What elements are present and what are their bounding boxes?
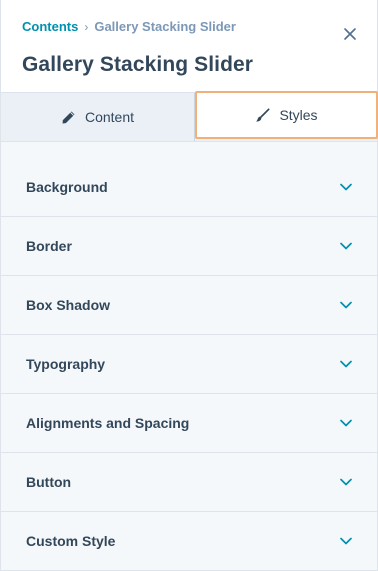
breadcrumb-contents-link[interactable]: Contents <box>22 19 78 34</box>
close-icon <box>344 28 356 40</box>
section-label: Background <box>26 179 108 195</box>
section-background[interactable]: Background <box>1 158 377 217</box>
section-label: Border <box>26 238 72 254</box>
chevron-down-icon <box>339 534 353 548</box>
sidebar-panel: Contents › Gallery Stacking Slider Galle… <box>0 0 378 571</box>
section-box-shadow[interactable]: Box Shadow <box>1 276 377 335</box>
section-label: Alignments and Spacing <box>26 415 190 431</box>
chevron-down-icon <box>339 357 353 371</box>
tab-bar: Content Styles <box>1 91 378 142</box>
chevron-down-icon <box>339 239 353 253</box>
tab-content-label: Content <box>84 109 135 125</box>
tab-styles-label: Styles <box>279 107 318 123</box>
tab-content[interactable]: Content <box>1 93 195 141</box>
chevron-down-icon <box>339 298 353 312</box>
chevron-down-icon <box>339 475 353 489</box>
brush-icon <box>256 107 270 122</box>
panel-header: Contents › Gallery Stacking Slider Galle… <box>1 0 377 92</box>
chevron-down-icon <box>339 180 353 194</box>
section-label: Box Shadow <box>26 297 111 313</box>
section-custom-style[interactable]: Custom Style <box>1 512 377 571</box>
section-label: Button <box>26 474 72 490</box>
breadcrumb-current: Gallery Stacking Slider <box>94 19 236 34</box>
section-typography[interactable]: Typography <box>1 335 377 394</box>
page-title: Gallery Stacking Slider <box>22 53 254 76</box>
section-alignments-spacing[interactable]: Alignments and Spacing <box>1 394 377 453</box>
breadcrumb: Contents › Gallery Stacking Slider <box>22 19 236 34</box>
section-label: Typography <box>26 356 106 372</box>
section-label: Custom Style <box>26 533 116 549</box>
style-sections-list: Background Border Box Shadow Typography … <box>1 158 377 571</box>
close-button[interactable] <box>339 23 361 45</box>
breadcrumb-separator: › <box>84 19 89 34</box>
section-button[interactable]: Button <box>1 453 377 512</box>
pencil-icon <box>62 111 75 123</box>
section-spacer <box>1 142 377 158</box>
chevron-down-icon <box>339 416 353 430</box>
tab-styles[interactable]: Styles <box>195 91 378 139</box>
section-border[interactable]: Border <box>1 217 377 276</box>
